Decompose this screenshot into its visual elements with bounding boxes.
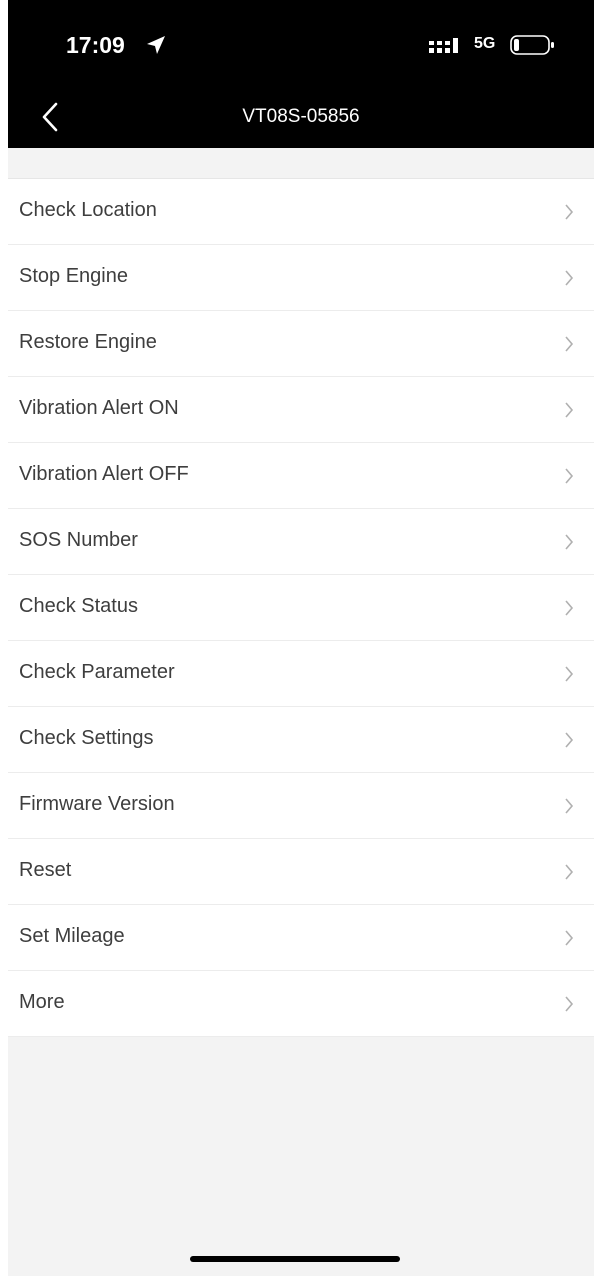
menu-item-label: Vibration Alert ON: [19, 397, 179, 419]
menu-item-label: Stop Engine: [19, 265, 128, 287]
chevron-right-icon: [565, 534, 574, 550]
command-menu-list: Check Location Stop Engine Restore Engin…: [8, 178, 594, 1037]
chevron-right-icon: [565, 336, 574, 352]
menu-item-firmware-version[interactable]: Firmware Version: [8, 773, 594, 839]
chevron-right-icon: [565, 798, 574, 814]
menu-item-check-settings[interactable]: Check Settings: [8, 707, 594, 773]
menu-item-label: Reset: [19, 859, 72, 881]
home-indicator[interactable]: [190, 1256, 400, 1262]
status-bar: 17:09 5G: [8, 0, 594, 88]
navigation-bar: VT08S-05856: [8, 88, 594, 148]
menu-item-vibration-alert-off[interactable]: Vibration Alert OFF: [8, 443, 594, 509]
menu-item-label: SOS Number: [19, 529, 138, 551]
menu-item-label: Check Location: [19, 199, 157, 221]
menu-item-check-location[interactable]: Check Location: [8, 179, 594, 245]
chevron-right-icon: [565, 732, 574, 748]
cellular-signal-icon: [429, 38, 458, 53]
menu-item-more[interactable]: More: [8, 971, 594, 1037]
battery-low-icon: [510, 35, 554, 55]
chevron-right-icon: [565, 270, 574, 286]
location-arrow-icon: [147, 36, 165, 54]
chevron-right-icon: [565, 468, 574, 484]
chevron-right-icon: [565, 402, 574, 418]
chevron-right-icon: [565, 996, 574, 1012]
menu-item-vibration-alert-on[interactable]: Vibration Alert ON: [8, 377, 594, 443]
menu-item-label: More: [19, 991, 65, 1013]
menu-item-label: Firmware Version: [19, 793, 175, 815]
menu-item-label: Restore Engine: [19, 331, 157, 353]
menu-item-restore-engine[interactable]: Restore Engine: [8, 311, 594, 377]
status-time: 17:09: [66, 32, 125, 58]
menu-item-check-status[interactable]: Check Status: [8, 575, 594, 641]
menu-item-label: Check Status: [19, 595, 138, 617]
menu-item-check-parameter[interactable]: Check Parameter: [8, 641, 594, 707]
menu-item-sos-number[interactable]: SOS Number: [8, 509, 594, 575]
chevron-right-icon: [565, 204, 574, 220]
chevron-right-icon: [565, 666, 574, 682]
menu-item-set-mileage[interactable]: Set Mileage: [8, 905, 594, 971]
network-type: 5G: [474, 35, 496, 52]
menu-item-reset[interactable]: Reset: [8, 839, 594, 905]
menu-item-label: Check Parameter: [19, 661, 175, 683]
menu-item-label: Vibration Alert OFF: [19, 463, 189, 485]
chevron-right-icon: [565, 600, 574, 616]
chevron-right-icon: [565, 930, 574, 946]
menu-item-stop-engine[interactable]: Stop Engine: [8, 245, 594, 311]
menu-item-label: Set Mileage: [19, 925, 125, 947]
menu-item-label: Check Settings: [19, 727, 154, 749]
chevron-right-icon: [565, 864, 574, 880]
screen: 17:09 5G VT08S-05856 Check Location Stop…: [8, 0, 594, 1276]
page-title: VT08S-05856: [242, 106, 360, 127]
